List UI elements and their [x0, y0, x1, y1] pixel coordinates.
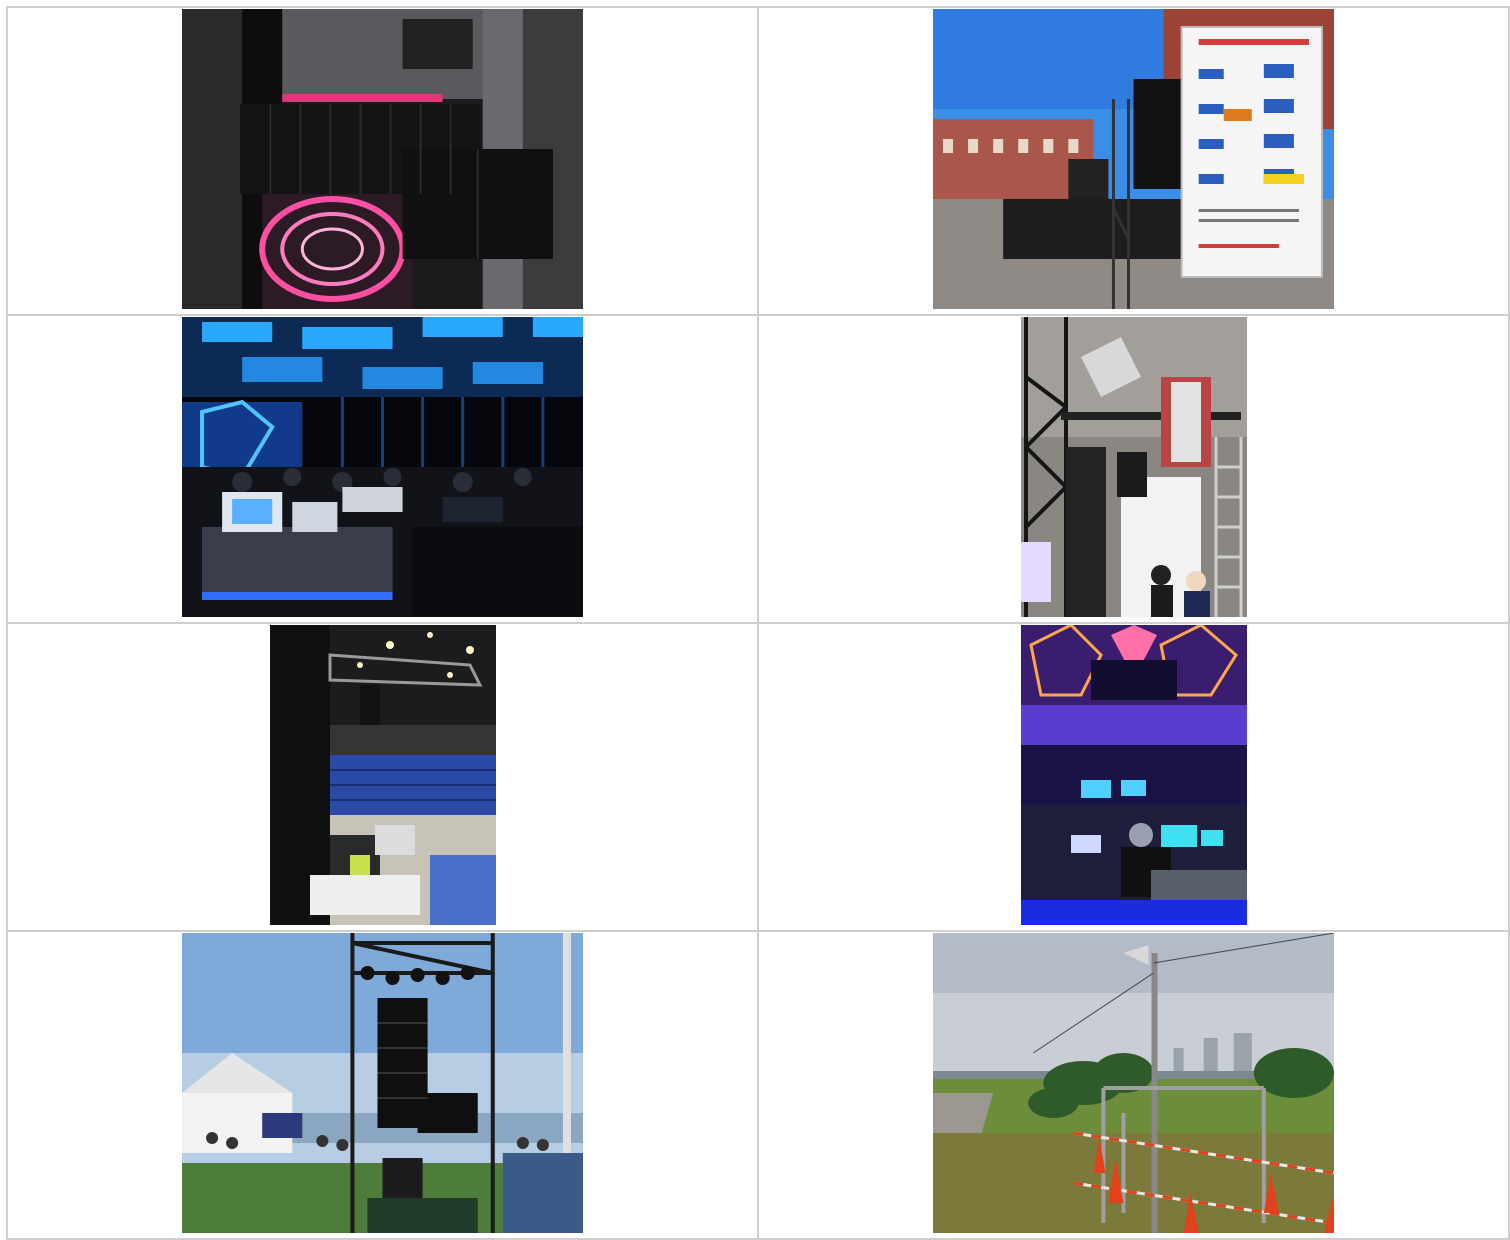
gallery-cell — [757, 622, 1510, 932]
gallery-cell — [6, 314, 759, 624]
line-array-speakers-photo — [182, 9, 583, 309]
truss-screen-photo — [1020, 317, 1247, 617]
photo-gallery-table — [6, 6, 1510, 1240]
arena-rigging-photo — [269, 625, 496, 925]
gallery-row — [6, 930, 1510, 1240]
gallery-row — [6, 314, 1510, 624]
gallery-cell — [757, 314, 1510, 624]
outdoor-stage-banner-photo — [933, 9, 1334, 309]
conference-hall-mixer-photo — [182, 317, 583, 617]
gallery-cell — [757, 930, 1510, 1240]
gallery-row — [6, 622, 1510, 932]
gallery-cell — [6, 6, 759, 316]
gallery-cell — [757, 6, 1510, 316]
concert-stage-console-photo — [1020, 625, 1247, 925]
gallery-row — [6, 6, 1510, 316]
seaside-tower-speakers-photo — [182, 933, 583, 1233]
gallery-cell — [6, 622, 759, 932]
riverside-loudspeaker-photo — [933, 933, 1334, 1233]
gallery-cell — [6, 930, 759, 1240]
